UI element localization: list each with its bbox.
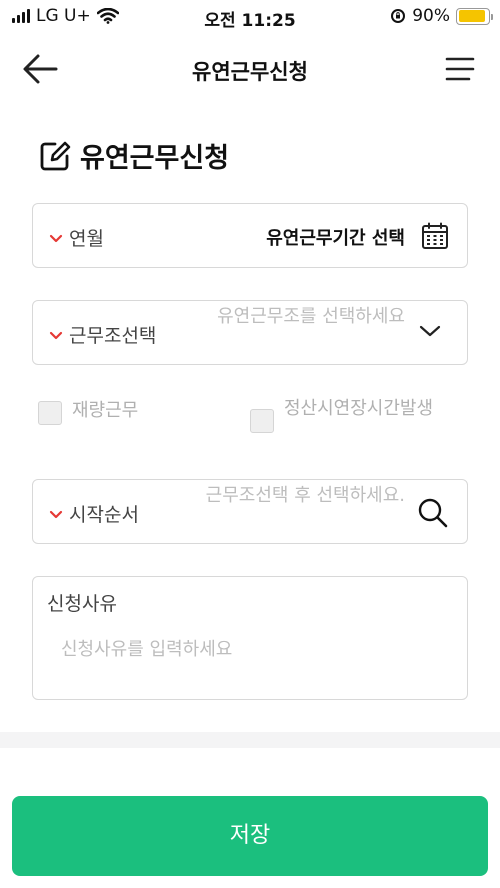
- status-bar: LG U+ 오전 11:25 90%: [0, 0, 500, 34]
- work-type-dropdown-button[interactable]: [419, 323, 441, 342]
- app-header: 유연근무신청: [0, 44, 500, 94]
- period-label-group: 연월: [49, 224, 104, 251]
- edit-icon: [40, 141, 71, 170]
- work-type-placeholder[interactable]: 유연근무조를 선택하세요: [205, 304, 405, 330]
- start-order-placeholder[interactable]: 근무조선택 후 선택하세요.: [195, 483, 405, 509]
- overtime-label: 정산시연장시간발생: [284, 398, 434, 419]
- menu-button[interactable]: [444, 54, 476, 84]
- section-title: 유연근무신청: [38, 136, 229, 175]
- overtime-checkbox[interactable]: [250, 409, 274, 433]
- battery-fill: [458, 10, 485, 22]
- reason-placeholder[interactable]: 신청사유를 입력하세요: [61, 635, 232, 661]
- period-value[interactable]: 유연근무기간 선택: [266, 224, 405, 250]
- start-order-field[interactable]: 시작순서 근무조선택 후 선택하세요.: [32, 479, 468, 544]
- chevron-down-icon: [419, 325, 441, 337]
- period-label: 연월: [69, 228, 104, 250]
- discretionary-label: 재량근무: [72, 400, 139, 421]
- work-type-label-group: 근무조선택: [49, 321, 156, 348]
- overtime-checkbox-row[interactable]: 정산시연장시간발생: [250, 397, 440, 433]
- discretionary-checkbox-row[interactable]: 재량근무: [38, 399, 138, 425]
- section-divider: [0, 732, 500, 748]
- work-type-label: 근무조선택: [69, 325, 157, 347]
- start-order-label: 시작순서: [69, 504, 139, 526]
- start-order-label-group: 시작순서: [49, 500, 139, 527]
- period-field[interactable]: 연월 유연근무기간 선택: [32, 203, 468, 268]
- calendar-button[interactable]: [421, 222, 449, 254]
- reason-textarea[interactable]: 신청사유 신청사유를 입력하세요: [32, 576, 468, 700]
- section-title-text: 유연근무신청: [80, 143, 230, 174]
- reason-label: 신청사유: [47, 593, 117, 615]
- work-type-field[interactable]: 근무조선택 유연근무조를 선택하세요: [32, 300, 468, 365]
- page-title: 유연근무신청: [192, 60, 308, 84]
- battery-icon: [456, 7, 493, 25]
- calendar-icon: [422, 222, 448, 249]
- required-check-icon: [49, 331, 63, 339]
- hamburger-menu-icon: [445, 57, 475, 81]
- start-order-search-button[interactable]: [417, 497, 449, 533]
- save-button[interactable]: 저장: [12, 796, 488, 876]
- battery-percent: 90%: [412, 6, 450, 26]
- required-check-icon: [49, 510, 63, 518]
- rotation-lock-icon: [391, 9, 406, 23]
- required-check-icon: [49, 234, 63, 242]
- discretionary-checkbox[interactable]: [38, 401, 62, 425]
- status-right: 90%: [390, 6, 493, 26]
- search-icon: [418, 498, 448, 528]
